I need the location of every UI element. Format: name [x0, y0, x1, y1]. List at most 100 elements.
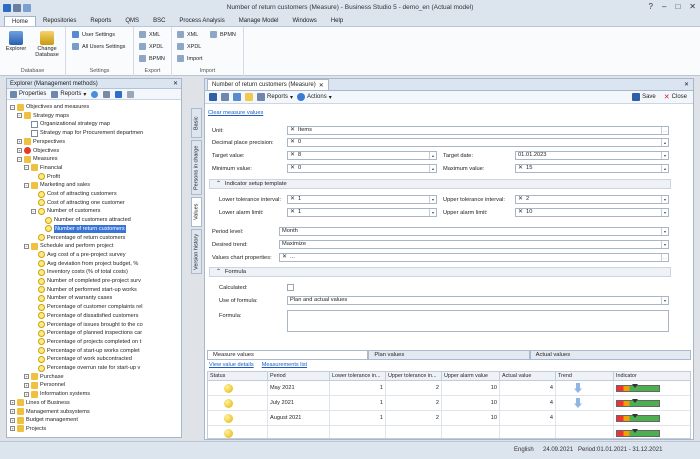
chart-props-field[interactable]: ✕...…	[279, 253, 669, 262]
import-button[interactable]: Import	[177, 55, 203, 62]
formula-editor[interactable]	[287, 310, 669, 332]
clear-icon[interactable]: ✕	[290, 165, 295, 172]
tree-item[interactable]: + Management subsystems	[10, 408, 90, 416]
collapse-icon[interactable]: −	[10, 104, 15, 110]
upper-alarm-field[interactable]: ✕ 10 ▾	[515, 208, 669, 217]
tab-home[interactable]: Home	[4, 16, 37, 26]
tree-item[interactable]: Organizational strategy map	[31, 120, 110, 128]
collapse-icon[interactable]: −	[17, 113, 22, 119]
tree-item[interactable]: + Purchase	[24, 373, 64, 381]
period-level-field[interactable]: Month ▾	[279, 227, 669, 236]
tab-repositories[interactable]: Repositories	[36, 16, 83, 26]
collapse-icon[interactable]: ⌃	[216, 181, 221, 187]
tab-measure-values[interactable]: Measure values	[207, 350, 369, 359]
spin-icon[interactable]: ▴	[429, 152, 436, 159]
tree-item[interactable]: + Personnel	[24, 381, 65, 389]
column-header[interactable]: Actual value	[500, 372, 556, 381]
dropdown-icon[interactable]: ▾	[661, 209, 668, 216]
dropdown-icon[interactable]: ▾	[661, 241, 668, 248]
lower-tolerance-field[interactable]: ✕ 1 ▾	[287, 195, 437, 204]
tree-item[interactable]: Percentage of planned inspections car	[38, 329, 142, 337]
column-header[interactable]: Lower tolerance in...	[330, 372, 386, 381]
document-tab[interactable]: Number of return customers (Measure) ✕	[207, 79, 329, 90]
tree-item[interactable]: Number of return customers	[45, 224, 126, 233]
change-database-button[interactable]: Change Database	[32, 31, 62, 58]
use-formula-field[interactable]: Plan and actual values ▾	[287, 296, 669, 305]
expand-icon[interactable]: +	[10, 426, 15, 432]
tab-qms[interactable]: QMS	[118, 16, 146, 26]
tree-item[interactable]: Avg cost of a pre-project survey	[38, 251, 126, 259]
collapse-icon[interactable]: −	[24, 165, 29, 171]
column-header[interactable]: Upper alarm value	[442, 372, 500, 381]
tree-item[interactable]: − Marketing and sales	[24, 181, 90, 189]
save-button[interactable]: Save	[632, 93, 656, 101]
link-toggle-icon[interactable]	[245, 93, 253, 101]
tab-close-icon[interactable]: ✕	[319, 82, 324, 89]
tree-item[interactable]: Number of performed start-up works	[38, 286, 137, 294]
column-header[interactable]: Indicator	[614, 372, 690, 381]
minimize-button[interactable]: –	[662, 2, 666, 11]
tree-item[interactable]: Percentage of work subcontracted	[38, 355, 132, 363]
tab-help[interactable]: Help	[324, 16, 350, 26]
doc-reports-button[interactable]: Reports ▾	[257, 93, 293, 101]
column-header[interactable]: Period	[268, 372, 330, 381]
tree-item[interactable]: + Perspectives	[17, 138, 65, 146]
close-all-icon[interactable]: ✕	[684, 81, 689, 88]
collapse-icon[interactable]: −	[24, 182, 29, 188]
tab-version-history[interactable]: Version history	[191, 229, 202, 274]
tree-item[interactable]: + Lines of Business	[10, 399, 70, 407]
column-header[interactable]: Status	[208, 372, 268, 381]
tree-item[interactable]: Number of completed pre-project surv	[38, 277, 141, 285]
maximize-button[interactable]: □	[675, 2, 680, 11]
expand-icon[interactable]: +	[17, 148, 22, 153]
tab-process-analysis[interactable]: Process Analysis	[172, 16, 231, 26]
collapse-icon[interactable]: −	[31, 208, 36, 214]
close-window-button[interactable]: ✕	[689, 2, 696, 11]
expand-icon[interactable]: +	[10, 417, 15, 423]
clear-icon[interactable]: ✕	[290, 139, 295, 146]
dropdown-icon[interactable]: ▾	[661, 228, 668, 235]
expand-icon[interactable]: +	[24, 382, 29, 388]
unit-field[interactable]: ✕ Items…	[287, 126, 669, 135]
collapse-icon[interactable]: −	[24, 243, 29, 249]
reports-button[interactable]: Reports ▾	[51, 90, 86, 98]
tree-item[interactable]: Number of customers attracted	[45, 216, 131, 224]
tree-item[interactable]: Percentage of issues brought to the co	[38, 321, 143, 329]
spin-icon[interactable]: ▴	[661, 165, 668, 172]
save-small-icon[interactable]	[209, 93, 217, 101]
clear-icon[interactable]: ✕	[290, 196, 295, 203]
tree-item[interactable]: Strategy map for Procurement departmen	[31, 129, 143, 137]
tree-item[interactable]: Number of warranty cases	[38, 294, 112, 302]
min-field[interactable]: ✕ 0 ▴	[287, 164, 437, 173]
hierarchy-icon[interactable]	[233, 93, 241, 101]
all-users-settings-button[interactable]: All Users Settings	[72, 43, 125, 50]
properties-small-icon[interactable]	[221, 93, 229, 101]
tree-item[interactable]: Cost of attracting customers	[38, 190, 117, 198]
filter-button[interactable]	[115, 90, 123, 98]
column-header[interactable]: Upper tolerance in...	[386, 372, 442, 381]
spin-icon[interactable]: ▴	[661, 139, 668, 146]
tree-item[interactable]: − Measures	[17, 155, 58, 163]
clear-icon[interactable]: ✕	[518, 196, 523, 203]
tab-values[interactable]: Values	[191, 197, 202, 227]
tab-actual-values[interactable]: Actual values	[529, 350, 691, 359]
export-bpmn-button[interactable]: BPMN	[139, 55, 165, 62]
tree-item[interactable]: Avg deviation from project budget, %	[38, 260, 138, 268]
dropdown-icon[interactable]: ▾	[429, 196, 436, 203]
upper-tolerance-field[interactable]: ✕ 2 ▾	[515, 195, 669, 204]
tree-item[interactable]: Percentage of dissatisfied customers	[38, 312, 138, 320]
explorer-button[interactable]: Explorer	[4, 31, 28, 52]
tab-manage-model[interactable]: Manage Model	[232, 16, 286, 26]
tree-item[interactable]: Percentage of return customers	[38, 234, 125, 242]
tree-item[interactable]: Percentage of projects completed on t	[38, 338, 141, 346]
dropdown-icon[interactable]: ▾	[661, 196, 668, 203]
decimal-field[interactable]: ✕ 0 ▴	[287, 138, 669, 147]
max-field[interactable]: ✕ 15 ▴	[515, 164, 669, 173]
measurements-list-link[interactable]: Measurements list	[262, 362, 307, 368]
calculated-checkbox[interactable]	[287, 284, 294, 291]
import-xpdl-button[interactable]: XPDL	[177, 43, 201, 50]
clear-values-link[interactable]: Clear measure values	[208, 110, 263, 116]
tree-item[interactable]: − Schedule and perform project	[24, 242, 113, 250]
close-icon[interactable]: ✕	[173, 80, 178, 87]
clear-icon[interactable]: ✕	[290, 127, 295, 134]
